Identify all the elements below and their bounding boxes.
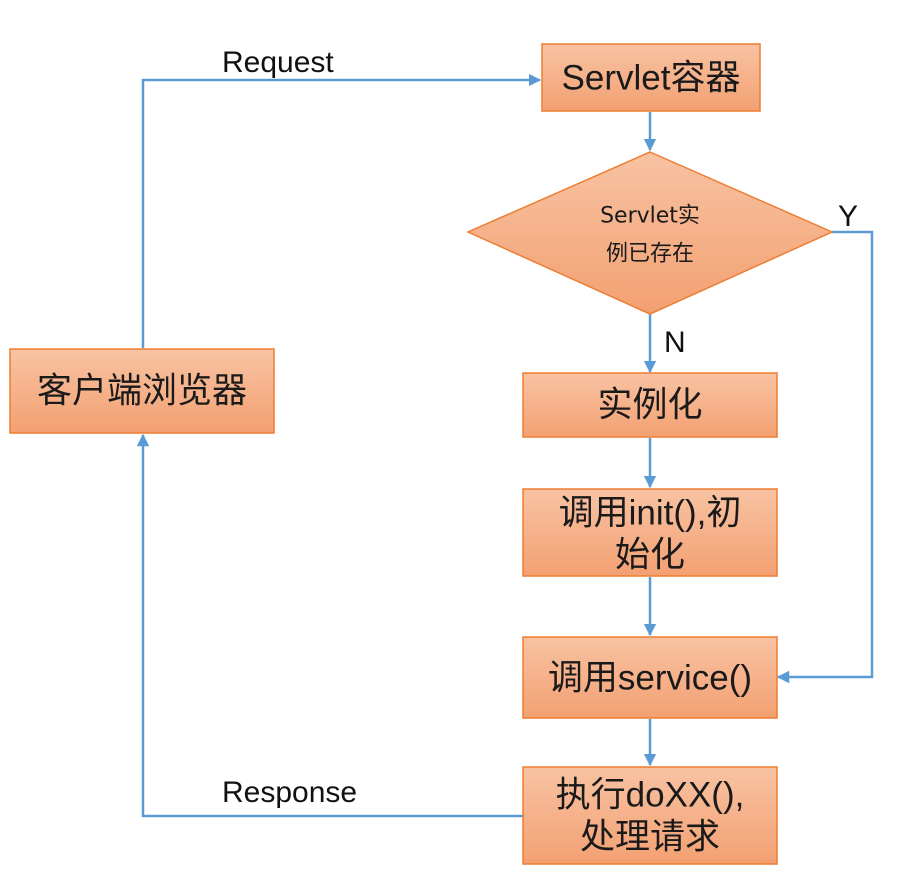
yes-label: Y: [838, 200, 858, 233]
service-label: 调用service(): [548, 659, 752, 698]
doxx-label-line-2: 处理请求: [580, 818, 720, 857]
client-browser-label: 客户端浏览器: [37, 372, 247, 411]
service-node: 调用service(): [522, 636, 778, 719]
decision-label-line-1: Servlet实: [600, 204, 700, 229]
doxx-label-line-1: 执行doXX(),: [556, 776, 745, 815]
init-label-line-1: 调用init(),初: [559, 494, 742, 533]
response-arrow: [136, 433, 523, 818]
decision-label-line-2: 例已存在: [606, 242, 694, 267]
no-label: N: [664, 326, 686, 359]
servlet-container-node: Servlet容器: [541, 43, 761, 112]
response-label: Response: [222, 776, 357, 809]
client-browser-node: 客户端浏览器: [9, 348, 275, 434]
init-node: 调用init(),初 始化: [522, 488, 778, 577]
init-label-line-2: 始化: [615, 536, 685, 575]
servlet-container-label: Servlet容器: [562, 59, 741, 98]
instance-exists-decision: Servlet实 例已存在: [466, 151, 834, 315]
request-label: Request: [222, 46, 334, 79]
request-arrow: [141, 73, 542, 348]
instantiate-node: 实例化: [522, 372, 778, 438]
servlet-lifecycle-flowchart: Servlet容器 Servlet实 例已存在 实例化 调用init(),初 始…: [9, 43, 874, 865]
instantiate-label: 实例化: [597, 386, 702, 425]
decision-yes-arrow: [776, 230, 874, 684]
doxx-node: 执行doXX(), 处理请求: [522, 766, 778, 865]
